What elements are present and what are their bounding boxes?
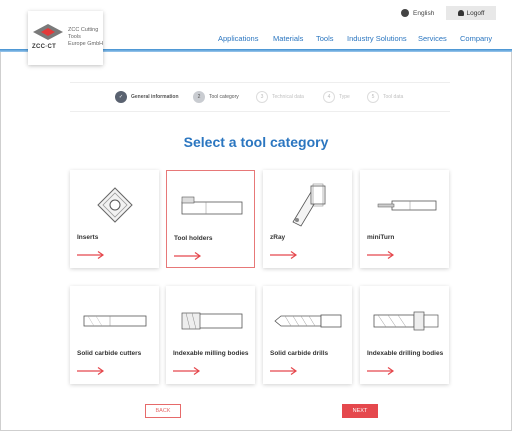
carbide-drill-icon [263,298,352,344]
card-label: Indexable drilling bodies [367,350,444,357]
step-label: Type [339,94,350,100]
nav-item-industry-solutions[interactable]: Industry Solutions [347,34,407,43]
step-technical-data: 3 Technical data [256,91,304,103]
step-label: Tool data [383,94,404,100]
logo-company-name: ZCC Cutting Tools Europe GmbH [68,27,108,48]
logo-diamond-icon [33,24,63,40]
milling-body-icon [166,298,255,344]
step-tool-data: 5 Tool data [367,91,403,103]
step-label: Technical data [272,94,304,100]
nav-item-company[interactable]: Company [460,34,492,43]
card-label: miniTurn [367,234,395,241]
arrow-right-icon [367,251,395,259]
step-tool-category[interactable]: 2 Tool category [193,91,239,103]
logo-company-line1: ZCC Cutting Tools [68,27,99,40]
step-type: 4 Type [323,91,350,103]
category-card-tool-holders[interactable]: Tool holders [166,170,255,268]
arrow-right-icon [367,367,395,375]
language-selector[interactable]: English [401,9,434,17]
step-number: 4 [323,91,335,103]
step-check-icon: ✓ [115,91,127,103]
drilling-body-icon [360,298,449,344]
arrow-right-icon [270,367,298,375]
card-label: Inserts [77,234,99,241]
user-icon [457,10,464,16]
category-card-inserts[interactable]: Inserts [70,170,159,268]
language-label: English [413,9,435,17]
arrow-right-icon [77,367,105,375]
category-card-indexable-drilling-bodies[interactable]: Indexable drilling bodies [360,286,449,384]
miniturn-icon [360,182,449,228]
logoff-label: Logoff [466,9,485,17]
arrow-right-icon [174,252,202,260]
step-number: 2 [193,91,205,103]
arrow-right-icon [173,367,201,375]
logo-letters: ZCC·CT [32,44,57,50]
tool-holder-icon [167,183,254,229]
category-card-miniturn[interactable]: miniTurn [360,170,449,268]
category-card-solid-carbide-cutters[interactable]: Solid carbide cutters [70,286,159,384]
card-label: Tool holders [174,235,213,242]
card-label: Solid carbide cutters [77,350,142,357]
back-button[interactable]: BACK [145,404,181,418]
nav-item-materials[interactable]: Materials [273,34,303,43]
next-button[interactable]: NEXT [342,404,378,418]
nav-item-services[interactable]: Services [418,34,447,43]
step-label: Tool category [209,94,239,100]
progress-steps: ✓ General information 2 Tool category 3 … [70,82,450,112]
card-label: Solid carbide drills [270,350,329,357]
step-number: 3 [256,91,268,103]
card-label: zRay [270,234,286,241]
logo-company-line2: Europe GmbH [68,41,104,47]
category-card-zray[interactable]: zRay [263,170,352,268]
logoff-button[interactable]: Logoff [446,6,496,20]
zray-icon [263,182,352,228]
step-general-information[interactable]: ✓ General information [115,91,179,103]
arrow-right-icon [77,251,105,259]
page-title: Select a tool category [183,134,329,150]
globe-icon [401,9,409,17]
nav-item-applications[interactable]: Applications [218,34,258,43]
carbide-cutter-icon [70,298,159,344]
company-logo[interactable]: ZCC·CT ZCC Cutting Tools Europe GmbH [28,11,103,65]
insert-icon [70,182,159,228]
category-card-solid-carbide-drills[interactable]: Solid carbide drills [263,286,352,384]
step-number: 5 [367,91,379,103]
nav-item-tools[interactable]: Tools [316,34,334,43]
step-label: General information [131,94,179,100]
arrow-right-icon [270,251,298,259]
category-card-indexable-milling-bodies[interactable]: Indexable milling bodies [166,286,255,384]
card-label: Indexable milling bodies [173,350,249,357]
